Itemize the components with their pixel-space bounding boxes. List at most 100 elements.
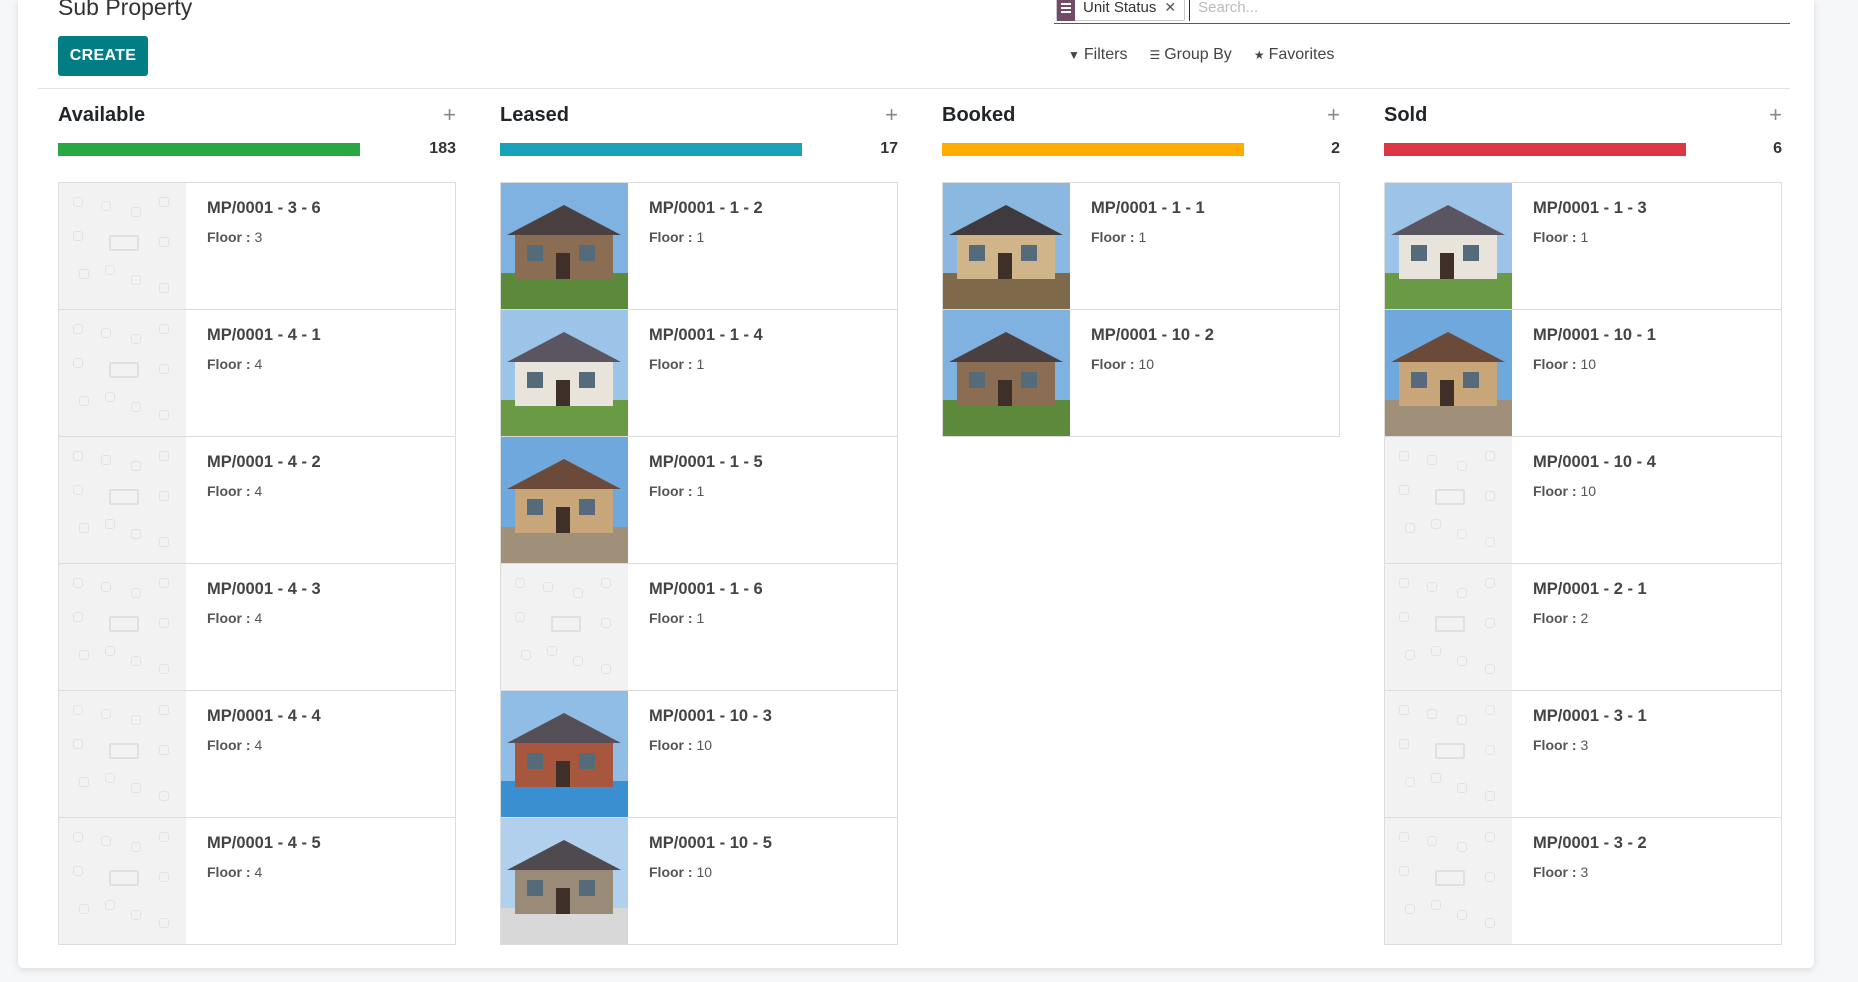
kanban-card[interactable]: MP/0001 - 4 - 5 Floor : 4 (58, 817, 456, 945)
quick-create-plus-icon[interactable]: + (443, 102, 456, 128)
floor-value: 2 (1580, 610, 1589, 626)
card-title: MP/0001 - 3 - 1 (1533, 707, 1647, 725)
card-floor: Floor : 10 (649, 864, 712, 880)
column-title: Booked (942, 104, 1016, 126)
filter-icon: ▼ (1068, 48, 1080, 62)
kanban-card[interactable]: MP/0001 - 4 - 1 Floor : 4 (58, 309, 456, 437)
floor-label: Floor : (649, 864, 693, 880)
property-house-photo (501, 310, 628, 436)
group-by-toggle[interactable]: ☰ Group By (1149, 46, 1231, 64)
card-title: MP/0001 - 10 - 4 (1533, 453, 1656, 471)
kanban-card[interactable]: MP/0001 - 4 - 3 Floor : 4 (58, 563, 456, 691)
placeholder-image-icon (59, 691, 186, 817)
placeholder-image-icon (59, 183, 186, 309)
kanban-card[interactable]: MP/0001 - 1 - 4 Floor : 1 (500, 309, 898, 437)
kanban-card[interactable]: MP/0001 - 1 - 5 Floor : 1 (500, 436, 898, 564)
column-progress[interactable]: 6 (1384, 138, 1782, 168)
kanban-card[interactable]: MP/0001 - 1 - 3 Floor : 1 (1384, 182, 1782, 310)
quick-create-plus-icon[interactable]: + (885, 102, 898, 128)
floor-value: 10 (1580, 356, 1597, 372)
property-house-photo (943, 183, 1070, 309)
column-title: Available (58, 104, 146, 126)
column-progress[interactable]: 17 (500, 138, 898, 168)
card-title: MP/0001 - 1 - 1 (1091, 199, 1205, 217)
card-title: MP/0001 - 4 - 1 (207, 326, 321, 344)
floor-value: 1 (1580, 229, 1589, 245)
floor-value: 4 (254, 737, 263, 753)
placeholder-image-icon (1385, 691, 1512, 817)
favorites-toggle[interactable]: ★ Favorites (1254, 46, 1335, 64)
kanban-card[interactable]: MP/0001 - 10 - 5 Floor : 10 (500, 817, 898, 945)
column-count: 2 (1331, 140, 1340, 157)
column-header: Leased + (500, 100, 898, 130)
kanban-card[interactable]: MP/0001 - 10 - 3 Floor : 10 (500, 690, 898, 818)
card-floor: Floor : 4 (207, 864, 262, 880)
progress-bar[interactable] (1384, 143, 1686, 156)
kanban-card[interactable]: MP/0001 - 3 - 6 Floor : 3 (58, 182, 456, 310)
property-house-photo (1385, 183, 1512, 309)
kanban-card[interactable]: MP/0001 - 10 - 1 Floor : 10 (1384, 309, 1782, 437)
kanban-card[interactable]: MP/0001 - 4 - 4 Floor : 4 (58, 690, 456, 818)
kanban-card[interactable]: MP/0001 - 2 - 1 Floor : 2 (1384, 563, 1782, 691)
placeholder-image-icon (59, 310, 186, 436)
search-facet-unit-status: Unit Status ✕ (1056, 0, 1186, 21)
kanban-card[interactable]: MP/0001 - 4 - 2 Floor : 4 (58, 436, 456, 564)
column-progress[interactable]: 2 (942, 138, 1340, 168)
floor-value: 10 (696, 737, 713, 753)
floor-value: 10 (696, 864, 713, 880)
progress-bar[interactable] (500, 143, 802, 156)
floor-label: Floor : (207, 610, 251, 626)
floor-label: Floor : (649, 356, 693, 372)
floor-label: Floor : (649, 610, 693, 626)
column-count: 17 (880, 140, 898, 157)
kanban-card[interactable]: MP/0001 - 10 - 4 Floor : 10 (1384, 436, 1782, 564)
kanban-card[interactable]: MP/0001 - 1 - 1 Floor : 1 (942, 182, 1340, 310)
property-house-photo (1385, 310, 1512, 436)
kanban-card[interactable]: MP/0001 - 3 - 2 Floor : 3 (1384, 817, 1782, 945)
floor-value: 10 (1580, 483, 1597, 499)
progress-bar[interactable] (942, 143, 1244, 156)
card-floor: Floor : 2 (1533, 610, 1588, 626)
floor-label: Floor : (207, 864, 251, 880)
card-floor: Floor : 1 (649, 229, 704, 245)
kanban-card[interactable]: MP/0001 - 10 - 2 Floor : 10 (942, 309, 1340, 437)
column-count: 183 (429, 140, 456, 157)
search-options: ▼ Filters ☰ Group By ★ Favorites (1068, 46, 1334, 64)
card-floor: Floor : 1 (1091, 229, 1146, 245)
floor-label: Floor : (649, 483, 693, 499)
progress-bar[interactable] (58, 143, 360, 156)
quick-create-plus-icon[interactable]: + (1769, 102, 1782, 128)
filters-label: Filters (1083, 46, 1128, 63)
kanban-board: Available + 183 MP/0001 - 3 - 6 Floor : 3… (58, 100, 1798, 956)
kanban-card[interactable]: MP/0001 - 3 - 1 Floor : 3 (1384, 690, 1782, 818)
card-title: MP/0001 - 1 - 4 (649, 326, 763, 344)
group-by-label: Group By (1164, 46, 1232, 63)
filters-toggle[interactable]: ▼ Filters (1068, 46, 1127, 64)
column-title: Sold (1384, 104, 1428, 126)
placeholder-image-icon (501, 564, 628, 690)
floor-label: Floor : (1533, 737, 1577, 753)
column-header: Available + (58, 100, 456, 130)
kanban-card[interactable]: MP/0001 - 1 - 2 Floor : 1 (500, 182, 898, 310)
card-title: MP/0001 - 1 - 3 (1533, 199, 1647, 217)
card-floor: Floor : 1 (649, 610, 704, 626)
floor-label: Floor : (207, 483, 251, 499)
create-button[interactable]: CREATE (58, 36, 148, 76)
quick-create-plus-icon[interactable]: + (1327, 102, 1340, 128)
column-progress[interactable]: 183 (58, 138, 456, 168)
column-count: 6 (1773, 140, 1782, 157)
card-floor: Floor : 3 (1533, 864, 1588, 880)
card-floor: Floor : 10 (1533, 483, 1596, 499)
facet-remove-icon[interactable]: ✕ (1164, 0, 1184, 16)
card-title: MP/0001 - 4 - 5 (207, 834, 321, 852)
floor-label: Floor : (1533, 483, 1577, 499)
card-title: MP/0001 - 4 - 4 (207, 707, 321, 725)
favorites-label: Favorites (1268, 46, 1335, 63)
card-title: MP/0001 - 4 - 2 (207, 453, 321, 471)
kanban-column-sold: Sold + 6 MP/0001 - 1 - 3 Floor : 1 MP/0001… (1384, 100, 1782, 956)
card-floor: Floor : 10 (1091, 356, 1154, 372)
kanban-card[interactable]: MP/0001 - 1 - 6 Floor : 1 (500, 563, 898, 691)
floor-value: 1 (696, 229, 705, 245)
card-title: MP/0001 - 4 - 3 (207, 580, 321, 598)
search-input[interactable] (1189, 0, 1790, 21)
